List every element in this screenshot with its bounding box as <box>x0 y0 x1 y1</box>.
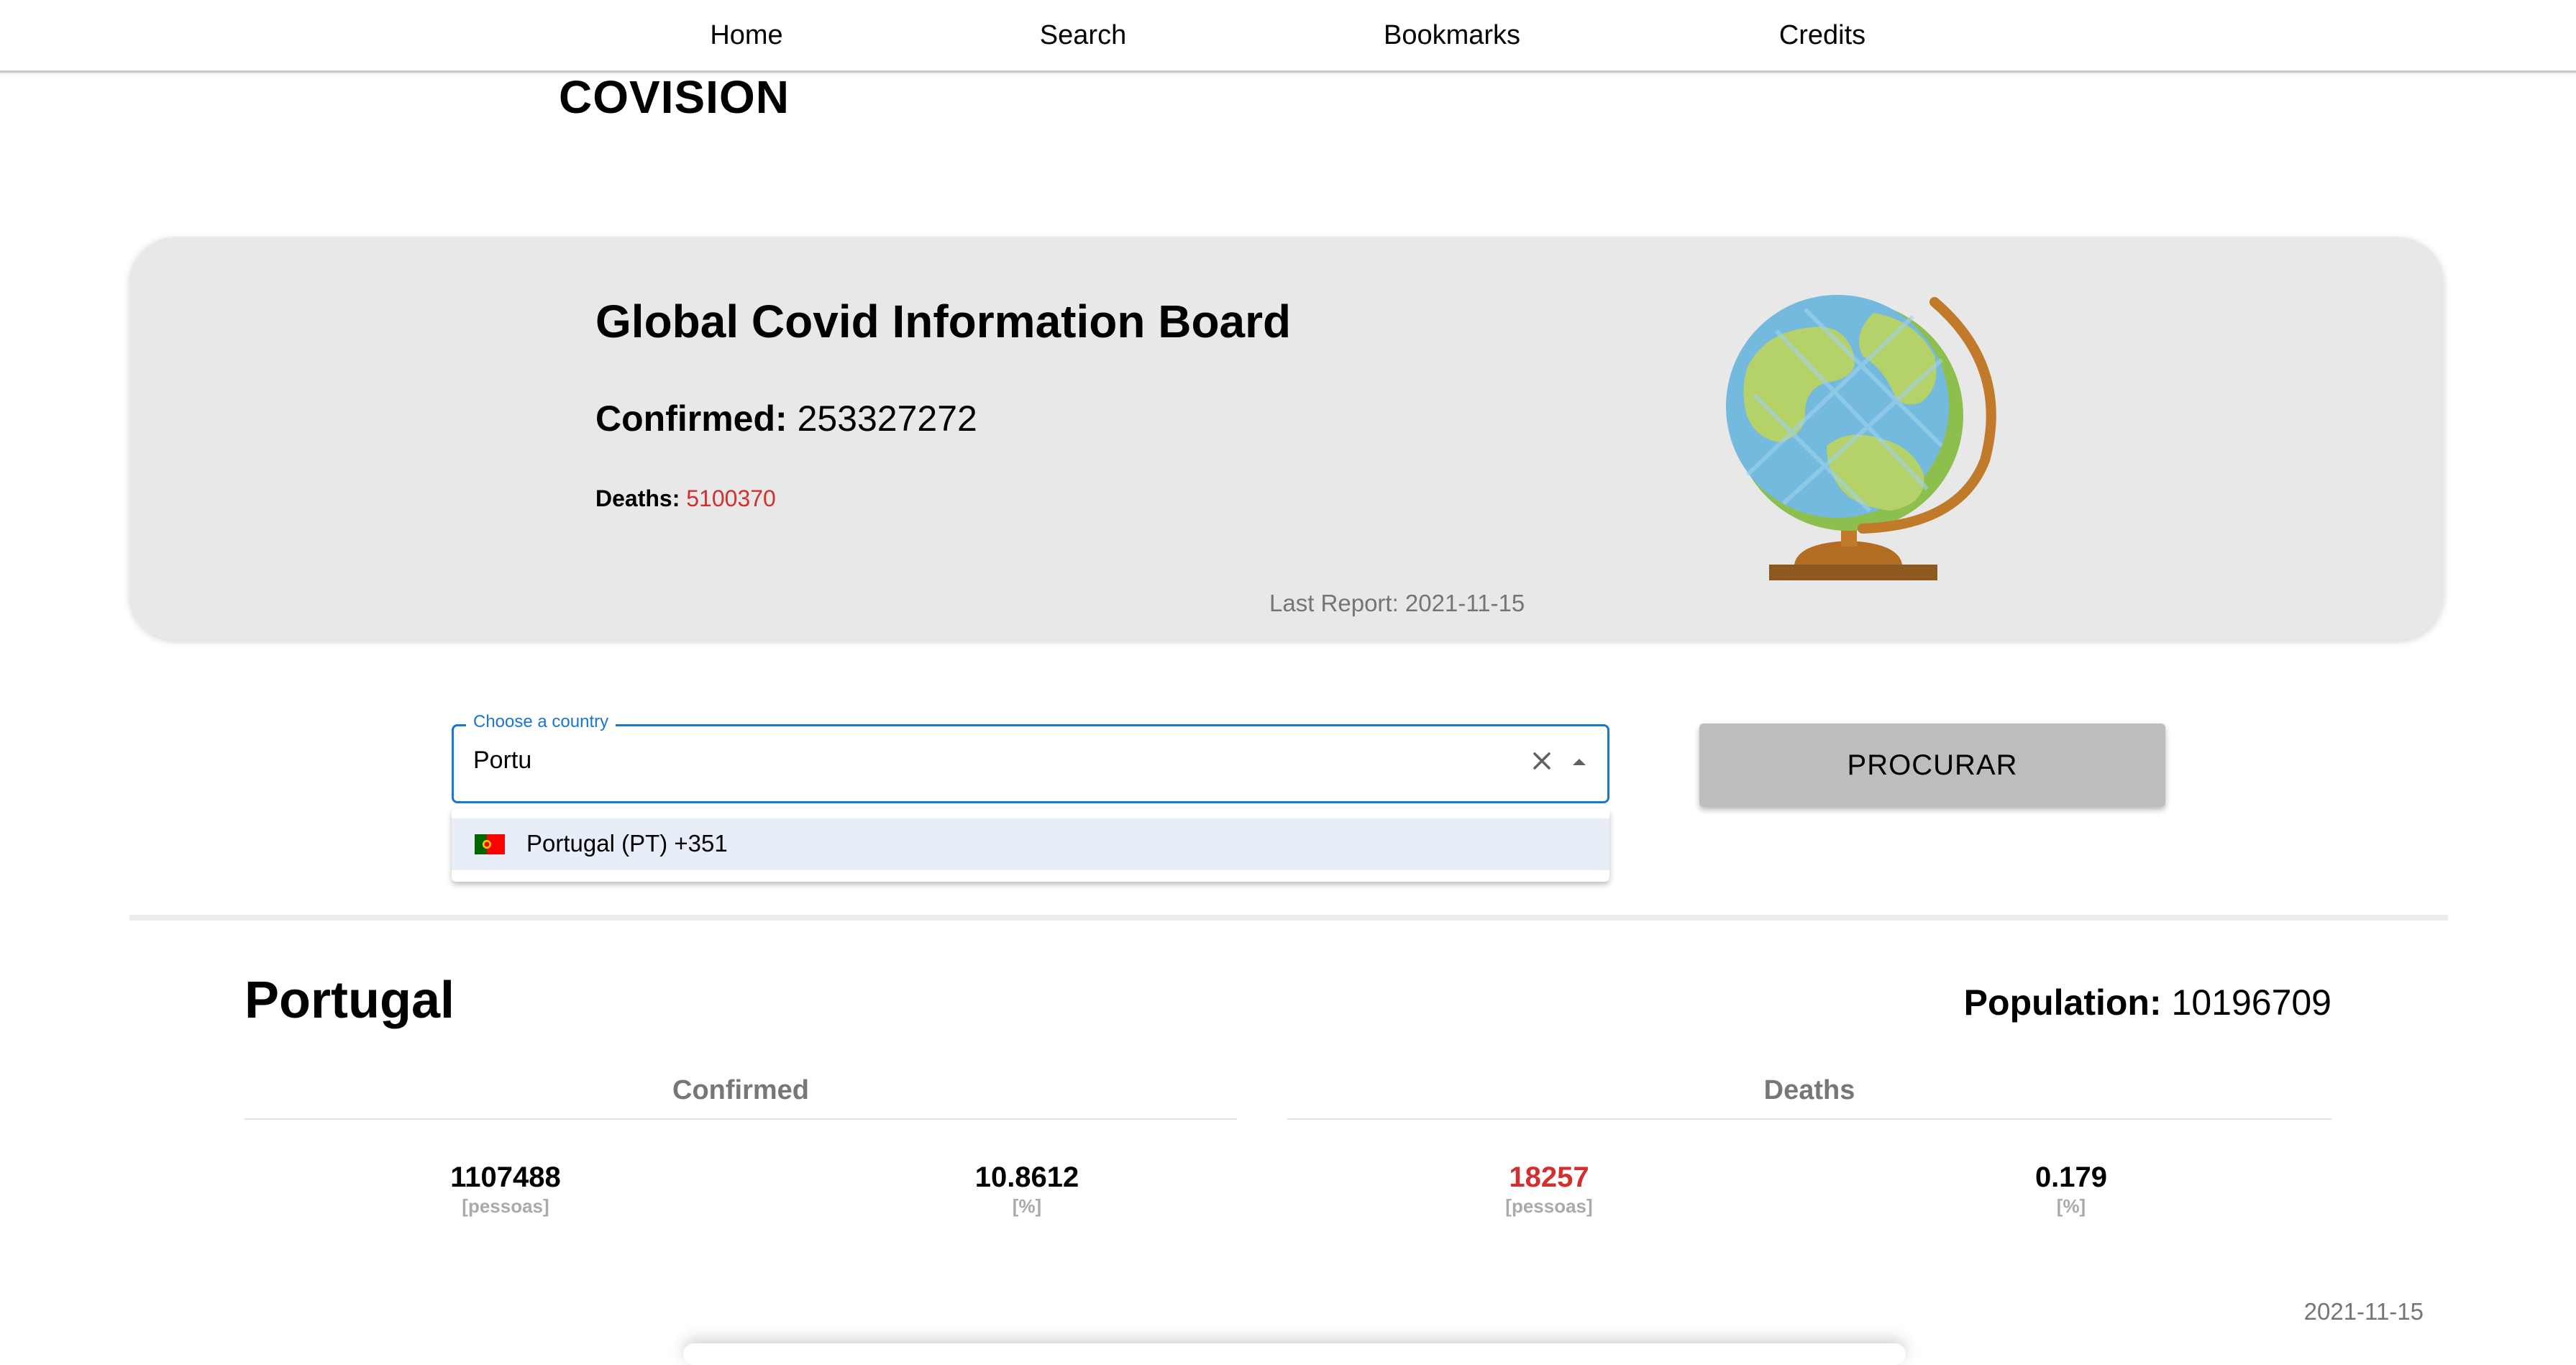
stat-unit: [pessoas] <box>462 1195 549 1217</box>
top-navbar: Home Search Bookmarks Credits <box>0 0 2576 73</box>
nav-home[interactable]: Home <box>710 20 782 51</box>
clear-icon[interactable] <box>1529 748 1555 774</box>
nav-search[interactable]: Search <box>1040 20 1126 51</box>
stat-value: 18257 <box>1509 1161 1589 1193</box>
population: Population: 10196709 <box>1964 982 2331 1023</box>
confirmed-header: Confirmed <box>672 1075 809 1105</box>
portugal-flag-icon <box>475 834 505 854</box>
country-report-date: 2021-11-15 <box>2303 1298 2424 1325</box>
section-divider <box>129 915 2448 921</box>
deaths-header: Deaths <box>1763 1075 1855 1105</box>
nav-credits[interactable]: Credits <box>1779 20 1865 51</box>
stat-value: 0.179 <box>2034 1161 2108 1193</box>
search-label: Choose a country <box>466 712 616 732</box>
stat-confirmed-percent: 10.8612 [%] <box>883 1161 1171 1218</box>
last-report: Last Report: 2021-11-15 <box>1269 590 1525 616</box>
population-label: Population: <box>1963 982 2162 1023</box>
stat-unit: [pessoas] <box>1505 1195 1593 1217</box>
option-label: Portugal (PT) +351 <box>526 830 728 857</box>
globe-icon <box>1726 295 1996 580</box>
global-confirmed: Confirmed: 253327272 <box>595 398 977 439</box>
stat-value: 10.8612 <box>974 1161 1079 1193</box>
confirmed-value: 253327272 <box>797 398 977 439</box>
population-value: 10196709 <box>2171 982 2331 1023</box>
stat-unit: [%] <box>1012 1195 1042 1217</box>
country-title: Portugal <box>245 972 455 1029</box>
nav-bookmarks[interactable]: Bookmarks <box>1384 20 1520 51</box>
procurar-button[interactable]: PROCURAR <box>1699 723 2165 807</box>
next-card-edge <box>683 1343 1906 1365</box>
stat-deaths-percent: 0.179 [%] <box>1927 1161 2215 1218</box>
confirmed-label: Confirmed: <box>595 398 787 439</box>
deaths-underline <box>1287 1118 2331 1120</box>
deaths-value: 5100370 <box>686 485 776 511</box>
stat-deaths-count: 18257 [pessoas] <box>1405 1161 1693 1218</box>
site-logo[interactable]: COVISION <box>559 70 790 124</box>
confirmed-underline <box>245 1118 1237 1120</box>
global-deaths: Deaths: 5100370 <box>595 485 776 512</box>
hero-title: Global Covid Information Board <box>595 296 1292 347</box>
stat-confirmed-count: 1107488 [pessoas] <box>362 1161 649 1218</box>
stat-value: 1107488 <box>450 1161 561 1193</box>
arrow-up-icon[interactable] <box>1571 757 1588 767</box>
deaths-label: Deaths: <box>595 485 680 511</box>
country-search-input[interactable] <box>473 747 1480 775</box>
stat-unit: [%] <box>2056 1195 2086 1217</box>
